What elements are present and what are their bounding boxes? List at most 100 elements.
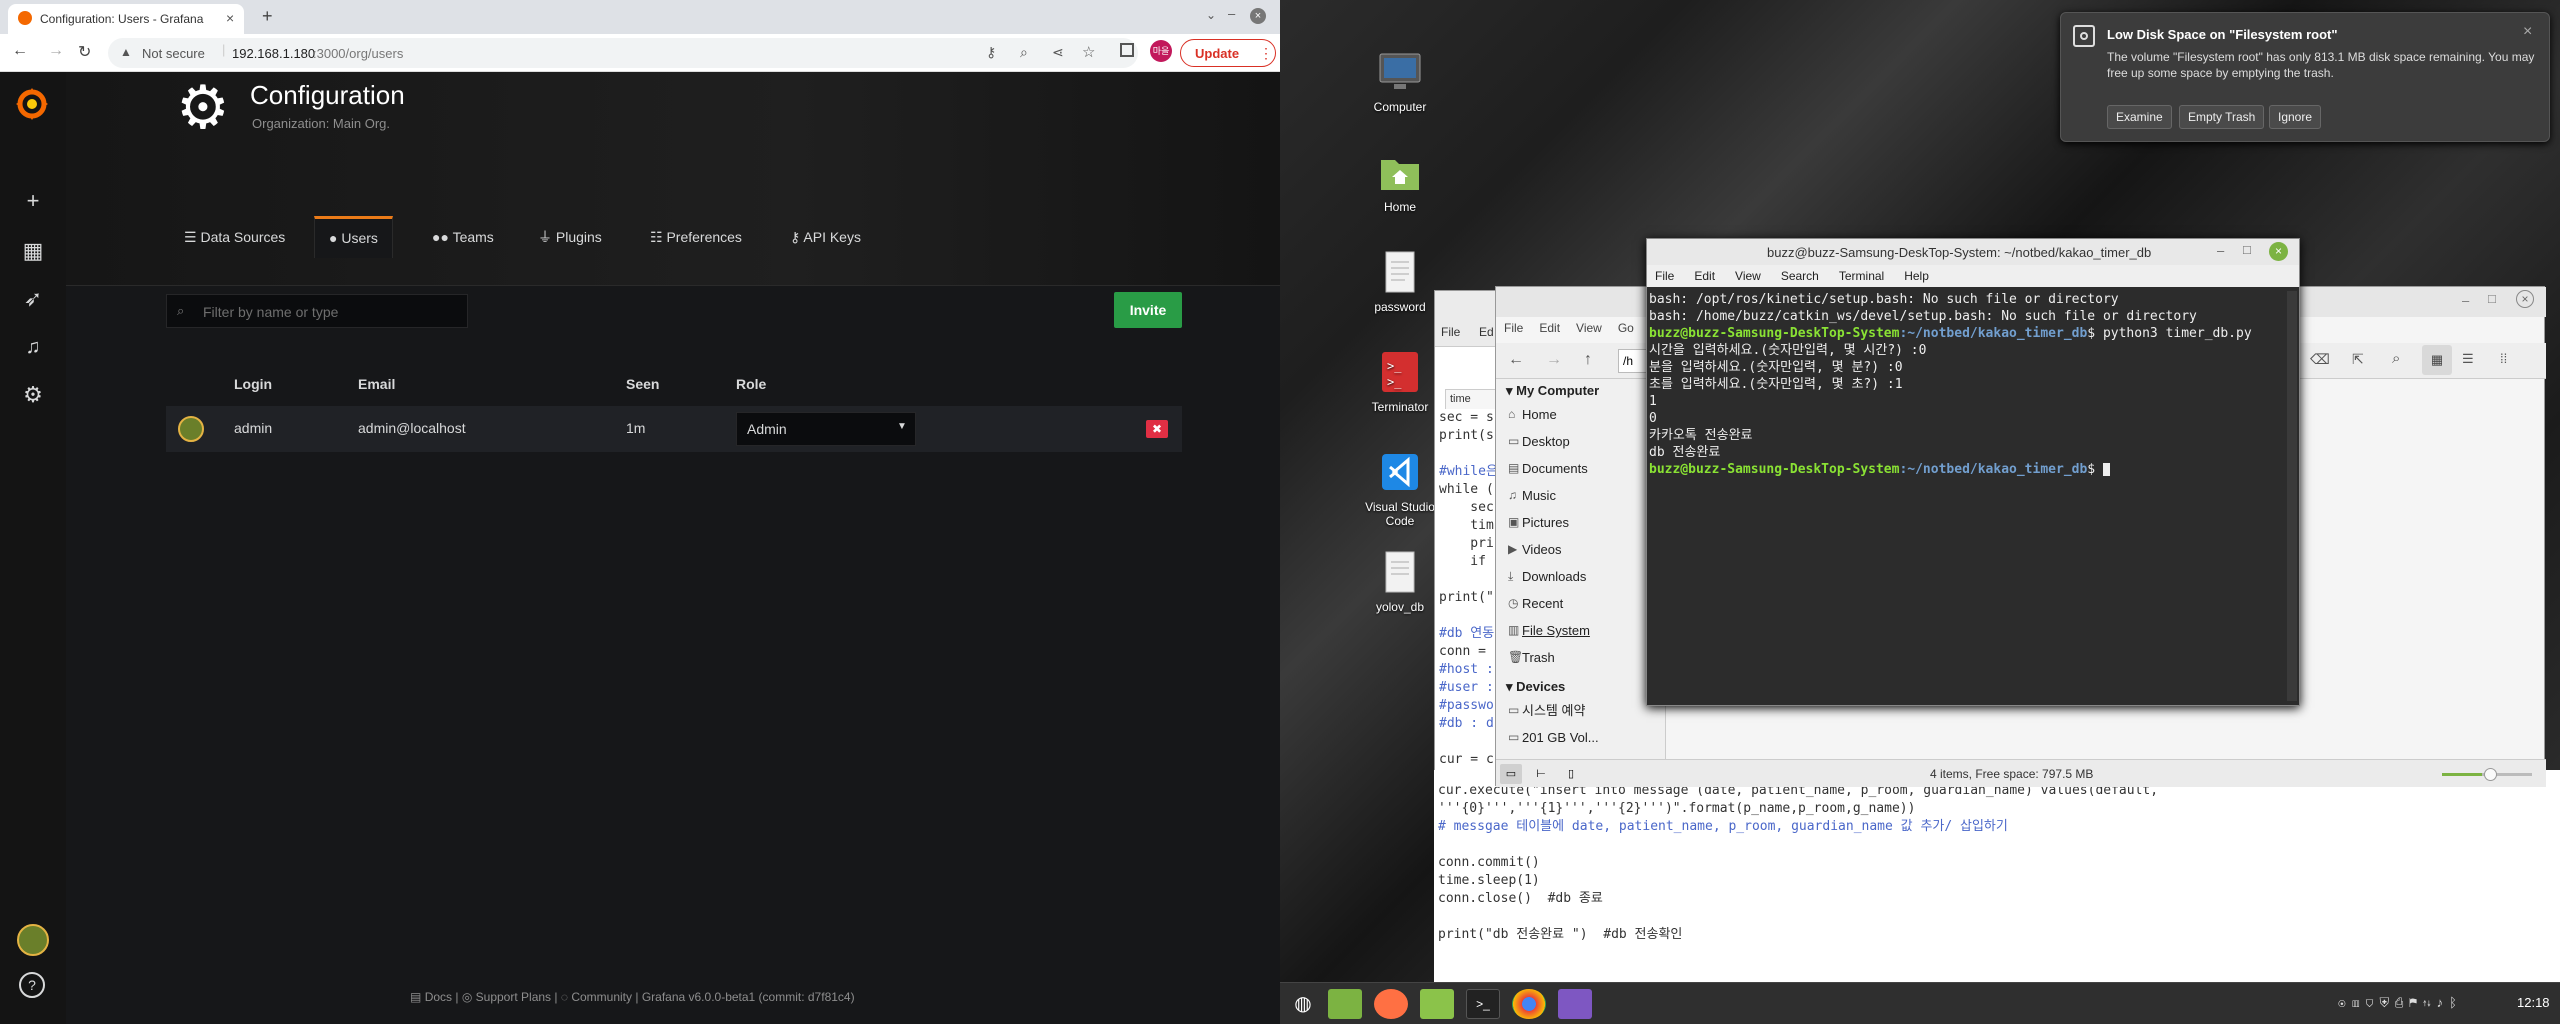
terminal-menu-item[interactable]: Edit <box>1694 269 1715 283</box>
forward-icon[interactable]: → <box>48 42 64 60</box>
show-desktop-icon[interactable] <box>1328 989 1362 1019</box>
tab-teams[interactable]: ●● Teams <box>418 216 508 258</box>
keyboard-layout-icon[interactable]: ⚑ <box>2409 995 2423 1010</box>
menu-mint-icon[interactable]: ◍ <box>1286 989 1320 1019</box>
tab-preferences[interactable]: ☷ Preferences <box>636 216 756 258</box>
profile-avatar[interactable]: 마을 <box>1150 40 1172 62</box>
sidebar-item-pictures[interactable]: ▣ Pictures <box>1496 509 1666 536</box>
chrome-icon[interactable] <box>1512 989 1546 1019</box>
printer-icon[interactable]: ⎙ <box>2395 995 2409 1010</box>
clock[interactable]: 12:18 <box>2517 995 2550 1010</box>
desktop-icon-password[interactable]: password <box>1355 250 1445 314</box>
text-editor-icon[interactable] <box>1558 989 1592 1019</box>
clear-icon[interactable]: ⌫ <box>2310 351 2330 368</box>
update-manager-icon[interactable]: ⛨ <box>2379 995 2395 1010</box>
close-tab-icon[interactable]: × <box>226 10 234 26</box>
minimize-icon[interactable]: ‒ <box>2462 293 2469 308</box>
user-filter-input[interactable]: ⌕ Filter by name or type <box>166 294 468 328</box>
footer-support-link[interactable]: Support Plans <box>476 990 551 1004</box>
fm-menu-item[interactable]: View <box>1576 321 1602 335</box>
footer-docs-link[interactable]: Docs <box>425 990 452 1004</box>
ignore-button[interactable]: Ignore <box>2269 105 2322 129</box>
forward-icon[interactable]: → <box>1546 351 1562 369</box>
fm-section-my-computer[interactable]: ▾ My Computer <box>1506 383 1599 399</box>
up-icon[interactable]: ↑ <box>1584 351 1592 369</box>
sidebar-item-device[interactable]: ▭ 201 GB Vol... <box>1496 724 1666 751</box>
firefox-icon[interactable] <box>1374 989 1408 1019</box>
fm-menu-item[interactable]: Edit <box>1539 321 1560 335</box>
terminal-menu-item[interactable]: File <box>1655 269 1674 283</box>
tab-api-keys[interactable]: ⚷ API Keys <box>776 216 875 258</box>
editor-menu-edit[interactable]: Ed <box>1479 325 1494 339</box>
sidebar-item-documents[interactable]: ▤ Documents <box>1496 455 1666 482</box>
zoom-slider[interactable] <box>2442 768 2532 781</box>
icon-view-icon[interactable]: ▦ <box>2422 345 2452 375</box>
terminal-icon[interactable]: >_ <box>1466 989 1500 1019</box>
address-bar[interactable]: ▲ Not secure | 192.168.1.180 :3000/org/u… <box>108 38 1138 68</box>
sidebar-item-desktop[interactable]: ▭ Desktop <box>1496 428 1666 455</box>
terminal-menu-item[interactable]: Help <box>1904 269 1929 283</box>
delete-user-button[interactable]: ✖ <box>1146 420 1168 438</box>
side-panel-icon[interactable] <box>1120 43 1134 57</box>
maximize-icon[interactable]: □ <box>2243 242 2251 257</box>
editor-menu-file[interactable]: File <box>1441 325 1460 339</box>
close-icon[interactable]: × <box>2516 290 2534 308</box>
minimize-icon[interactable]: ‒ <box>2217 243 2224 258</box>
create-plus-icon[interactable]: + <box>0 188 66 214</box>
desktop-icon-vscode[interactable]: Visual Studio Code <box>1355 450 1445 528</box>
tab-users[interactable]: ● Users <box>314 216 393 258</box>
invite-button[interactable]: Invite <box>1114 292 1182 328</box>
maximize-icon[interactable]: □ <box>2488 291 2496 306</box>
footer-community-link[interactable]: Community <box>571 990 632 1004</box>
reload-icon[interactable]: ↻ <box>78 42 91 62</box>
back-icon[interactable]: ← <box>1508 351 1524 369</box>
sidebar-item-filesystem[interactable]: ▥ File System <box>1496 617 1666 644</box>
terminal-scrollbar[interactable] <box>2287 291 2297 701</box>
sidebar-item-downloads[interactable]: ⤓ Downloads <box>1496 563 1666 590</box>
clipboard-icon[interactable]: ▥ <box>2352 995 2366 1010</box>
terminal-menu-item[interactable]: Terminal <box>1839 269 1884 283</box>
hide-sidebar-icon[interactable]: ▯ <box>1560 764 1582 784</box>
fm-menu-item[interactable]: File <box>1504 321 1523 335</box>
tab-search-icon[interactable]: ⌄ <box>1206 8 1216 22</box>
minimize-icon[interactable]: ‒ <box>1228 6 1235 21</box>
close-icon[interactable]: × <box>2269 242 2288 261</box>
configuration-gear-icon[interactable]: ⚙ <box>0 382 66 408</box>
key-icon[interactable]: ⚷ <box>986 44 996 61</box>
sidebar-item-home[interactable]: ⌂ Home <box>1496 401 1666 428</box>
list-view-icon[interactable]: ☰ <box>2462 351 2474 367</box>
user-avatar[interactable] <box>17 924 49 956</box>
zoom-slider-handle[interactable] <box>2484 768 2497 781</box>
terminal-menu-item[interactable]: View <box>1735 269 1761 283</box>
terminal-output[interactable]: bash: /opt/ros/kinetic/setup.bash: No su… <box>1649 291 2285 701</box>
browser-tab[interactable]: Configuration: Users - Grafana × <box>8 4 244 34</box>
search-icon[interactable]: ⌕ <box>2392 350 2400 367</box>
places-toggle-icon[interactable]: ▭ <box>1500 764 1522 784</box>
zoom-icon[interactable]: ⌕ <box>1020 44 1028 61</box>
close-icon[interactable]: × <box>2523 23 2532 41</box>
editor-code-bottom[interactable]: cur.execute("insert into message (date, … <box>1438 782 2538 944</box>
sidebar-item-recent[interactable]: ◷ Recent <box>1496 590 1666 617</box>
explore-rocket-icon[interactable]: ➶ <box>0 286 66 312</box>
files-icon[interactable] <box>1420 989 1454 1019</box>
tab-plugins[interactable]: ⏚ Plugins <box>524 216 616 258</box>
bluetooth-icon[interactable]: ᛒ <box>2449 995 2463 1010</box>
sidebar-item-music[interactable]: ♫ Music <box>1496 482 1666 509</box>
desktop-icon-terminator[interactable]: >_ >_ Terminator <box>1355 350 1445 414</box>
desktop-icon-yolov-db[interactable]: yolov_db <box>1355 550 1445 614</box>
sidebar-item-videos[interactable]: ▶ Videos <box>1496 536 1666 563</box>
alerting-bell-icon[interactable]: ♫ <box>0 334 66 360</box>
dashboards-icon[interactable]: ▦ <box>0 238 66 264</box>
empty-trash-button[interactable]: Empty Trash <box>2179 105 2265 129</box>
shield-icon[interactable]: ⛉ <box>2366 995 2380 1010</box>
fm-section-devices[interactable]: ▾ Devices <box>1506 679 1565 695</box>
sidebar-item-device[interactable]: ▭ 시스템 예약 <box>1496 697 1666 724</box>
grafana-logo-icon[interactable] <box>14 86 50 122</box>
network-icon[interactable]: ⇅ <box>2423 995 2437 1010</box>
tree-toggle-icon[interactable]: ⊢ <box>1530 764 1552 784</box>
role-select[interactable]: Admin ▼ <box>736 412 916 446</box>
desktop-icon-computer[interactable]: Computer <box>1355 50 1445 114</box>
volume-icon[interactable]: ♪ <box>2437 995 2450 1010</box>
toggle-path-icon[interactable]: ⇱ <box>2352 351 2364 368</box>
fm-menu-item[interactable]: Go <box>1618 321 1634 335</box>
